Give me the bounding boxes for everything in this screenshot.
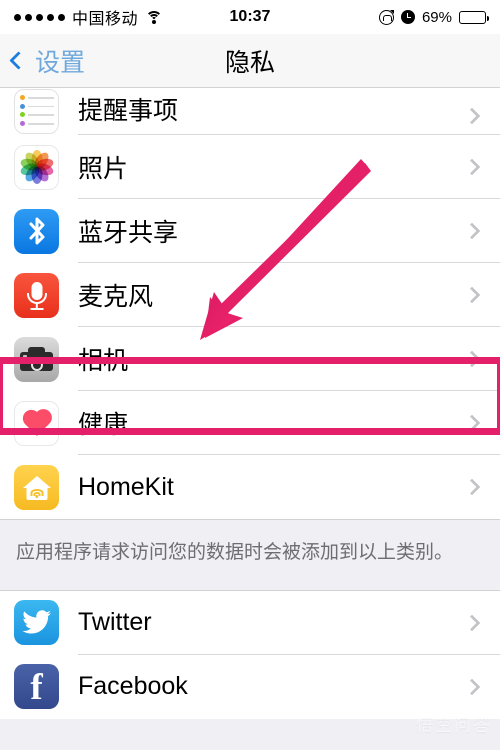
list-item-twitter[interactable]: Twitter: [0, 590, 500, 655]
battery-percent-label: 69%: [421, 8, 452, 26]
health-icon: [14, 400, 59, 446]
list-item-microphone[interactable]: 麦克风: [0, 263, 500, 327]
list-item-label: 相机: [78, 347, 129, 375]
list-item-facebook[interactable]: f Facebook: [0, 654, 500, 719]
privacy-categories-section: 提醒事项 照片 蓝牙共享 麦克风 相机 健康 HomeKit: [0, 88, 500, 519]
facebook-icon: f: [14, 664, 59, 710]
list-item-label: 照片: [78, 155, 129, 183]
list-item-label: Facebook: [78, 672, 188, 701]
chevron-right-icon: [463, 107, 481, 125]
status-bar: 中国移动 10:37 69%: [0, 0, 500, 34]
rotation-lock-icon: [378, 9, 394, 25]
twitter-icon: [14, 600, 59, 646]
list-item-label: 麦克风: [78, 283, 154, 311]
bluetooth-icon: [14, 208, 59, 254]
list-item-label: HomeKit: [78, 472, 174, 501]
alarm-clock-icon: [400, 10, 415, 24]
status-bar-right: 69%: [378, 8, 489, 26]
chevron-right-icon: [463, 350, 481, 368]
camera-icon: [14, 336, 59, 382]
list-item-reminders[interactable]: 提醒事项: [0, 88, 500, 135]
back-button-label: 设置: [35, 48, 86, 77]
chevron-right-icon: [463, 614, 481, 632]
photos-icon: [14, 144, 59, 190]
wifi-icon: [145, 10, 163, 24]
carrier-label: 中国移动: [72, 11, 139, 28]
list-item-homekit[interactable]: HomeKit: [0, 455, 500, 519]
chevron-right-icon: [463, 414, 481, 432]
list-item-label: Twitter: [78, 608, 152, 637]
list-item-label: 健康: [78, 411, 129, 439]
chevron-right-icon: [463, 158, 481, 176]
chevron-right-icon: [463, 286, 481, 304]
battery-icon: [459, 10, 489, 24]
list-item-bluetooth-sharing[interactable]: 蓝牙共享: [0, 199, 500, 263]
footer-note: 应用程序请求访问您的数据时会被添加到以上类别。: [16, 542, 454, 563]
microphone-icon: [14, 272, 59, 318]
facebook-f-glyph: f: [30, 666, 43, 708]
list-item-label: 蓝牙共享: [78, 219, 179, 247]
list-item-camera[interactable]: 相机: [0, 327, 500, 391]
chevron-right-icon: [463, 678, 481, 696]
back-button[interactable]: 设置: [0, 43, 85, 79]
chevron-right-icon: [463, 222, 481, 240]
reminders-icon: [14, 89, 59, 134]
settings-list[interactable]: 提醒事项 照片 蓝牙共享 麦克风 相机 健康 HomeKit 应用程序请求访问您…: [0, 88, 500, 750]
section-footer: 应用程序请求访问您的数据时会被添加到以上类别。: [0, 519, 500, 590]
list-item-health[interactable]: 健康: [0, 391, 500, 455]
list-item-label: 提醒事项: [78, 97, 179, 125]
navigation-bar: 设置 隐私: [0, 34, 500, 88]
homekit-icon: [14, 464, 59, 510]
status-bar-left: 中国移动: [14, 5, 163, 29]
chevron-right-icon: [463, 478, 481, 496]
signal-strength-dots: [14, 13, 65, 21]
phone-screen: 中国移动 10:37 69% 设置 隐私 提醒事项 照片 蓝牙共享 麦克风 相机…: [0, 0, 500, 750]
social-accounts-section: Twitter f Facebook: [0, 589, 500, 719]
chevron-left-icon: [9, 51, 28, 70]
list-item-photos[interactable]: 照片: [0, 135, 500, 199]
